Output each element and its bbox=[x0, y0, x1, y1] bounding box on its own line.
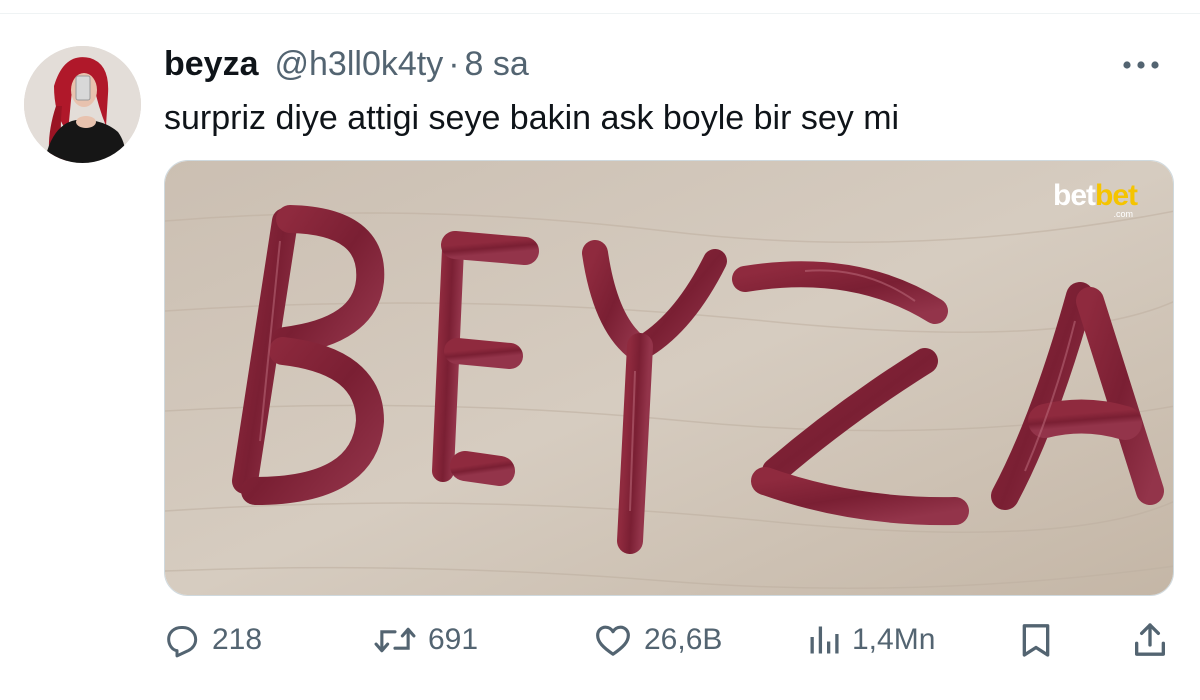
tweet-card: beyza @h3ll0k4ty · 8 sa surpriz diye att… bbox=[0, 0, 1200, 700]
tweet-text: surpriz diye attigi seye bakin ask boyle… bbox=[164, 99, 900, 137]
watermark-text: bet bbox=[1053, 179, 1096, 212]
timestamp[interactable]: 8 sa bbox=[465, 42, 529, 86]
action-bar: 218 691 26,6B 1,4Mn bbox=[162, 612, 1176, 668]
watermark-accent: bet bbox=[1095, 179, 1138, 212]
bar-chart-icon bbox=[810, 626, 839, 654]
watermark-sub: .com bbox=[1113, 209, 1133, 219]
meat-letters-photo bbox=[165, 161, 1173, 595]
bookmark-button[interactable] bbox=[1016, 612, 1056, 668]
user-handle[interactable]: @h3ll0k4ty bbox=[275, 42, 444, 86]
views-button[interactable]: 1,4Mn bbox=[806, 612, 935, 668]
avatar-photo bbox=[24, 46, 141, 163]
reply-count: 218 bbox=[212, 623, 263, 656]
more-options-button[interactable] bbox=[1110, 50, 1172, 80]
avatar[interactable] bbox=[24, 46, 141, 163]
media-watermark: betbet .com bbox=[1053, 179, 1138, 219]
like-count: 26,6B bbox=[644, 623, 723, 656]
more-horizontal-icon bbox=[1123, 61, 1159, 69]
like-button[interactable]: 26,6B bbox=[592, 612, 722, 668]
tweet-header: beyza @h3ll0k4ty · 8 sa bbox=[164, 42, 529, 86]
display-name[interactable]: beyza bbox=[164, 42, 259, 86]
bookmark-icon bbox=[1022, 624, 1050, 657]
share-upload-icon bbox=[1135, 623, 1165, 656]
tweet-image[interactable]: betbet .com bbox=[164, 160, 1174, 596]
views-count: 1,4Mn bbox=[852, 623, 936, 656]
repost-count: 691 bbox=[428, 623, 479, 656]
reply-bubble-icon bbox=[167, 626, 198, 658]
repost-arrows-icon bbox=[374, 627, 416, 653]
separator-dot: · bbox=[448, 45, 460, 83]
share-button[interactable] bbox=[1130, 612, 1170, 668]
repost-button[interactable]: 691 bbox=[372, 612, 478, 668]
heart-icon bbox=[596, 625, 630, 656]
reply-button[interactable]: 218 bbox=[162, 612, 262, 668]
